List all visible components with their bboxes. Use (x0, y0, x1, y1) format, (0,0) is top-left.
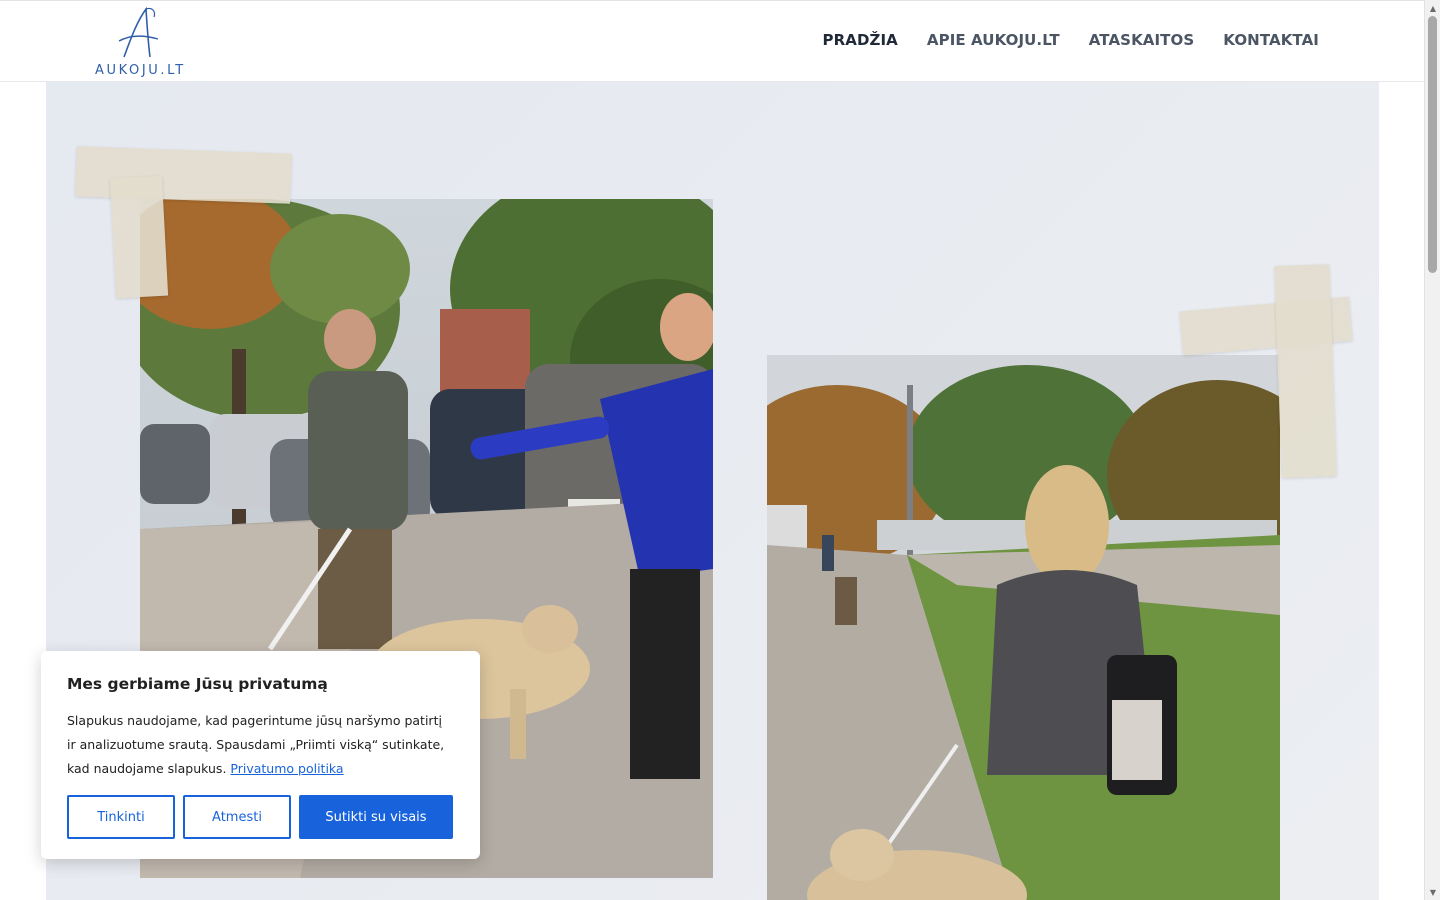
nav-item-kontaktai[interactable]: KONTAKTAI (1223, 31, 1319, 49)
triangle-up-icon[interactable]: ▲ (1425, 0, 1440, 16)
customize-button[interactable]: Tinkinti (67, 795, 175, 839)
hero-photo-guide-dog-park (767, 355, 1280, 900)
nav-item-apie[interactable]: APIE AUKOJU.LT (927, 31, 1060, 49)
cookie-consent-banner: Mes gerbiame Jūsų privatumą Slapukus nau… (41, 651, 480, 859)
scrollbar-thumb[interactable] (1428, 16, 1437, 273)
logo-a-icon (118, 6, 159, 58)
cookie-text: Slapukus naudojame, kad pagerintume jūsų… (67, 709, 454, 781)
site-header: AUKOJU.LT PRADŽIA APIE AUKOJU.LT ATASKAI… (0, 0, 1424, 82)
accept-all-button[interactable]: Sutikti su visais (299, 795, 453, 839)
nav-item-ataskaitos[interactable]: ATASKAITOS (1089, 31, 1195, 49)
decorative-tape (109, 175, 169, 299)
logo-text: AUKOJU.LT (95, 63, 186, 78)
main-nav: PRADŽIA APIE AUKOJU.LT ATASKAITOS KONTAK… (823, 31, 1319, 49)
decorative-tape (75, 146, 292, 204)
privacy-policy-link[interactable]: Privatumo politika (230, 761, 343, 776)
triangle-down-icon[interactable]: ▼ (1425, 884, 1440, 900)
nav-item-pradzia[interactable]: PRADŽIA (823, 31, 898, 49)
cookie-title: Mes gerbiame Jūsų privatumą (67, 675, 328, 693)
reject-button[interactable]: Atmesti (183, 795, 291, 839)
cookie-buttons: Tinkinti Atmesti Sutikti su visais (67, 795, 453, 839)
decorative-tape (1274, 264, 1337, 478)
site-logo[interactable]: AUKOJU.LT (92, 5, 194, 79)
page-scrollbar[interactable]: ▲ ▼ (1424, 0, 1440, 900)
